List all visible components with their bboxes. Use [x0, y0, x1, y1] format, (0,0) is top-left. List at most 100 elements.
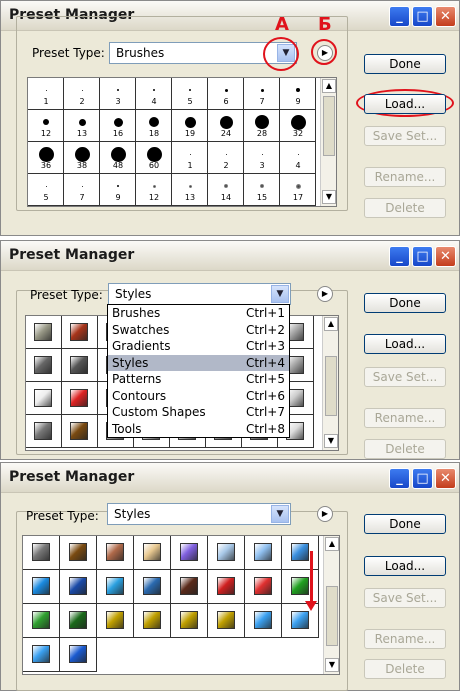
- style-preset-cell[interactable]: [26, 415, 62, 448]
- delete-button[interactable]: Delete: [364, 439, 446, 459]
- scroll-up-icon[interactable]: ▲: [325, 537, 339, 551]
- menu-item-tools[interactable]: Tools Ctrl+8: [108, 421, 289, 437]
- style-preset-cell[interactable]: [97, 570, 134, 604]
- rename-button[interactable]: Rename...: [364, 629, 446, 649]
- save-set-button[interactable]: Save Set...: [364, 126, 446, 146]
- brush-preset-cell[interactable]: 4: [136, 78, 172, 110]
- style-preset-cell[interactable]: [26, 316, 62, 349]
- load-button[interactable]: Load...: [364, 334, 446, 354]
- style-preset-cell[interactable]: [134, 604, 171, 638]
- brush-preset-cell[interactable]: 32: [280, 110, 316, 142]
- style-preset-cell[interactable]: [245, 604, 282, 638]
- style-preset-cell[interactable]: [62, 316, 98, 349]
- brush-preset-cell[interactable]: 36: [28, 142, 64, 174]
- rename-button[interactable]: Rename...: [364, 408, 446, 428]
- brush-preset-cell[interactable]: 18: [136, 110, 172, 142]
- brush-preset-cell[interactable]: 14: [208, 174, 244, 206]
- brush-preset-cell[interactable]: 13: [64, 110, 100, 142]
- chevron-down-icon[interactable]: ▼: [271, 505, 289, 523]
- delete-button[interactable]: Delete: [364, 659, 446, 679]
- scroll-up-icon[interactable]: ▲: [322, 79, 336, 93]
- menu-item-gradients[interactable]: Gradients Ctrl+3: [108, 338, 289, 354]
- style-preset-cell[interactable]: [23, 604, 60, 638]
- brush-preset-cell[interactable]: 15: [244, 174, 280, 206]
- brush-preset-cell[interactable]: 12: [28, 110, 64, 142]
- maximize-icon[interactable]: □: [412, 468, 433, 489]
- brush-preset-cell[interactable]: 17: [280, 174, 316, 206]
- style-preset-cell[interactable]: [62, 349, 98, 382]
- brush-preset-cell[interactable]: 3: [244, 142, 280, 174]
- style-preset-cell[interactable]: [171, 536, 208, 570]
- close-icon[interactable]: ✕: [435, 6, 456, 27]
- style-preset-cell[interactable]: [208, 604, 245, 638]
- save-set-button[interactable]: Save Set...: [364, 367, 446, 387]
- style-preset-cell[interactable]: [23, 570, 60, 604]
- brush-preset-cell[interactable]: 28: [244, 110, 280, 142]
- menu-item-patterns[interactable]: Patterns Ctrl+5: [108, 371, 289, 387]
- scroll-up-icon[interactable]: ▲: [324, 317, 338, 331]
- brush-preset-cell[interactable]: 48: [100, 142, 136, 174]
- style-preset-cell[interactable]: [60, 570, 97, 604]
- style-preset-cell[interactable]: [26, 349, 62, 382]
- style-preset-cell[interactable]: [60, 604, 97, 638]
- style-preset-cell[interactable]: [245, 570, 282, 604]
- brush-preset-cell[interactable]: 7: [244, 78, 280, 110]
- menu-arrow-icon[interactable]: ▶: [317, 286, 333, 302]
- style-preset-cell[interactable]: [97, 604, 134, 638]
- brush-preset-cell[interactable]: 5: [28, 174, 64, 206]
- brush-preset-cell[interactable]: 38: [64, 142, 100, 174]
- style-preset-cell[interactable]: [23, 536, 60, 570]
- style-preset-cell[interactable]: [60, 536, 97, 570]
- style-preset-cell[interactable]: [134, 536, 171, 570]
- brush-preset-cell[interactable]: 3: [100, 78, 136, 110]
- style-preset-cell[interactable]: [62, 382, 98, 415]
- minimize-icon[interactable]: _: [389, 246, 410, 267]
- brush-preset-cell[interactable]: 9: [100, 174, 136, 206]
- chevron-down-icon[interactable]: ▼: [271, 285, 289, 303]
- brush-preset-cell[interactable]: 19: [172, 110, 208, 142]
- scroll-thumb[interactable]: [323, 96, 335, 156]
- menu-item-brushes[interactable]: Brushes Ctrl+1: [108, 305, 289, 321]
- brush-preset-cell[interactable]: 2: [64, 78, 100, 110]
- menu-item-styles[interactable]: Styles Ctrl+4: [108, 354, 289, 371]
- maximize-icon[interactable]: □: [412, 246, 433, 267]
- style-preset-cell[interactable]: [171, 604, 208, 638]
- style-preset-cell[interactable]: [60, 638, 97, 672]
- minimize-icon[interactable]: _: [389, 468, 410, 489]
- style-preset-cell[interactable]: [245, 536, 282, 570]
- brush-preset-cell[interactable]: 2: [208, 142, 244, 174]
- delete-button[interactable]: Delete: [364, 198, 446, 218]
- scroll-thumb[interactable]: [325, 356, 337, 416]
- minimize-icon[interactable]: _: [389, 6, 410, 27]
- brush-preset-cell[interactable]: 1: [28, 78, 64, 110]
- style-preset-cell[interactable]: [171, 570, 208, 604]
- save-set-button[interactable]: Save Set...: [364, 588, 446, 608]
- brush-preset-cell[interactable]: 12: [136, 174, 172, 206]
- style-preset-cell[interactable]: [282, 570, 319, 604]
- load-button[interactable]: Load...: [364, 94, 446, 114]
- close-icon[interactable]: ✕: [435, 468, 456, 489]
- done-button[interactable]: Done: [364, 54, 446, 74]
- preset-type-select[interactable]: Styles ▼: [108, 283, 291, 305]
- brush-preset-cell[interactable]: 1: [172, 142, 208, 174]
- menu-item-contours[interactable]: Contours Ctrl+6: [108, 388, 289, 404]
- brush-preset-cell[interactable]: 60: [136, 142, 172, 174]
- brush-preset-cell[interactable]: 16: [100, 110, 136, 142]
- brush-preset-cell[interactable]: 9: [280, 78, 316, 110]
- load-button[interactable]: Load...: [364, 556, 446, 576]
- brush-preset-cell[interactable]: 5: [172, 78, 208, 110]
- scroll-down-icon[interactable]: ▼: [324, 434, 338, 448]
- menu-arrow-icon[interactable]: ▶: [317, 506, 333, 522]
- scrollbar[interactable]: ▲ ▼: [320, 78, 336, 206]
- scrollbar[interactable]: ▲ ▼: [322, 316, 338, 450]
- close-icon[interactable]: ✕: [435, 246, 456, 267]
- style-preset-cell[interactable]: [23, 638, 60, 672]
- scroll-thumb[interactable]: [326, 586, 338, 646]
- maximize-icon[interactable]: □: [412, 6, 433, 27]
- brush-preset-cell[interactable]: 4: [280, 142, 316, 174]
- style-preset-cell[interactable]: [97, 536, 134, 570]
- style-preset-cell[interactable]: [282, 536, 319, 570]
- brush-preset-cell[interactable]: 6: [208, 78, 244, 110]
- done-button[interactable]: Done: [364, 293, 446, 313]
- menu-item-swatches[interactable]: Swatches Ctrl+2: [108, 322, 289, 338]
